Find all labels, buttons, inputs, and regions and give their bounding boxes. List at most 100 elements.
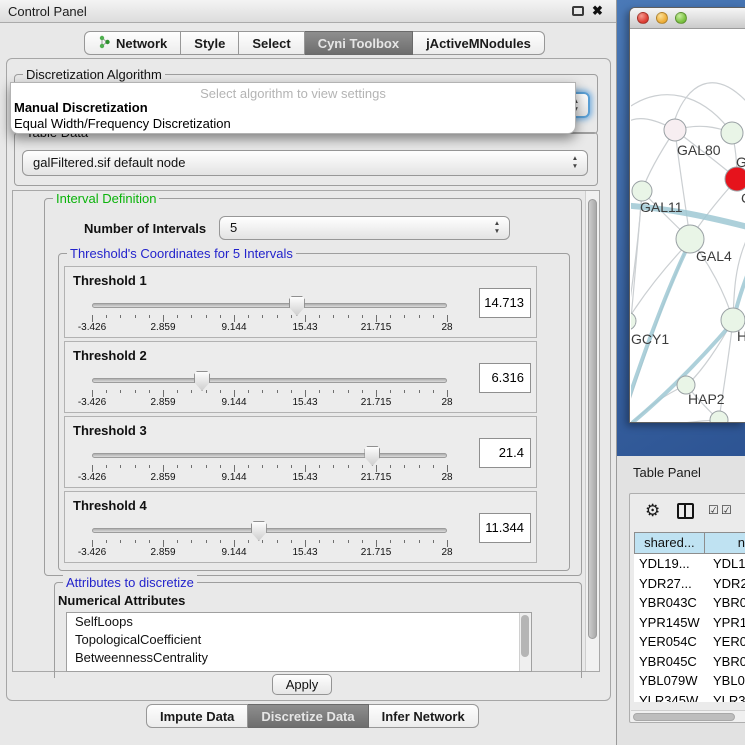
mac-zoom-icon[interactable] bbox=[675, 12, 687, 24]
attributes-list-scrollbar[interactable] bbox=[519, 613, 531, 671]
node-label: C bbox=[741, 190, 745, 206]
close-icon[interactable]: ✖ bbox=[592, 3, 603, 19]
threshold-slider-handle[interactable] bbox=[364, 446, 380, 466]
table-panel-title: Table Panel bbox=[633, 465, 701, 480]
discretization-algorithm-group-label: Discretization Algorithm bbox=[23, 67, 165, 82]
slider-ticks bbox=[92, 390, 448, 397]
table-header-row: shared... n bbox=[634, 532, 745, 554]
gear-icon[interactable]: ⚙ bbox=[645, 501, 660, 521]
threshold-list: Threshold 1 -3.4262.8599.14415.4321.7152… bbox=[64, 266, 537, 566]
tab-infer-network[interactable]: Infer Network bbox=[369, 704, 479, 728]
tab-label: Discretize Data bbox=[261, 709, 354, 724]
table-row[interactable]: YPR145WYPR1 bbox=[634, 613, 745, 633]
network-graph: GAL80GACGAL11GAL4GCY1HHAP2 bbox=[631, 29, 745, 423]
checkbox-checked-icon[interactable]: ☑ bbox=[721, 503, 732, 517]
table-row[interactable]: YBR043CYBR0 bbox=[634, 593, 745, 613]
column-header-shared-name[interactable]: shared... bbox=[634, 532, 705, 554]
node-label: HAP2 bbox=[688, 391, 725, 407]
threshold-value-field[interactable]: 6.316 bbox=[479, 363, 531, 393]
threshold-label: Threshold 3 bbox=[73, 423, 147, 438]
network-icon bbox=[98, 35, 111, 52]
threshold-value-field[interactable]: 14.713 bbox=[479, 288, 531, 318]
table-data-selected-value: galFiltered.sif default node bbox=[33, 155, 185, 170]
tab-impute-data[interactable]: Impute Data bbox=[146, 704, 248, 728]
threshold-value-field[interactable]: 11.344 bbox=[479, 513, 531, 543]
tab-network[interactable]: Network bbox=[84, 31, 181, 55]
threshold-panel: Threshold 2 -3.4262.8599.14415.4321.7152… bbox=[64, 341, 537, 413]
column-header-name[interactable]: n bbox=[705, 532, 745, 554]
threshold-slider-track[interactable] bbox=[92, 528, 447, 533]
threshold-value-field[interactable]: 21.4 bbox=[479, 438, 531, 468]
network-node[interactable] bbox=[710, 411, 728, 423]
attributes-group-label: Attributes to discretize bbox=[63, 575, 197, 590]
table-horizontal-scrollbar[interactable] bbox=[631, 710, 745, 722]
node-label: GAL11 bbox=[640, 199, 683, 215]
algorithm-option-equal-width[interactable]: Equal Width/Frequency Discretization bbox=[11, 116, 575, 132]
threshold-slider-handle[interactable] bbox=[194, 371, 210, 391]
tab-jactivemnodules[interactable]: jActiveMNodules bbox=[413, 31, 545, 55]
threshold-slider-handle[interactable] bbox=[289, 296, 305, 316]
thresholds-group-label: Threshold's Coordinates for 5 Intervals bbox=[67, 246, 296, 261]
mac-minimize-icon[interactable] bbox=[656, 12, 668, 24]
table-panel: Table Panel ⚙ ☑ ☑ shared... n YDL19...YD… bbox=[617, 456, 745, 745]
node-label: H bbox=[737, 328, 745, 344]
network-node[interactable] bbox=[721, 122, 743, 144]
attribute-list-item[interactable]: BetweennessCentrality bbox=[67, 649, 531, 667]
table-data-combobox[interactable]: galFiltered.sif default node ▲▼ bbox=[22, 150, 588, 176]
num-intervals-combobox[interactable]: 5 ▲▼ bbox=[219, 216, 510, 240]
tab-select[interactable]: Select bbox=[239, 31, 304, 55]
control-panel-titlebar: Control Panel ✖ bbox=[0, 0, 616, 23]
apply-button[interactable]: Apply bbox=[272, 674, 332, 695]
node-label: GAL4 bbox=[696, 248, 732, 264]
network-node[interactable] bbox=[664, 119, 686, 141]
scrollbar-thumb[interactable] bbox=[588, 199, 597, 639]
settings-vertical-scrollbar[interactable] bbox=[585, 191, 599, 671]
algorithm-option-manual[interactable]: Manual Discretization bbox=[11, 100, 575, 116]
slider-ticks bbox=[92, 540, 448, 547]
scrollbar-thumb[interactable] bbox=[521, 615, 529, 657]
table-row[interactable]: YDL19...YDL1 bbox=[634, 554, 745, 574]
tab-cyni-toolbox[interactable]: Cyni Toolbox bbox=[305, 31, 413, 55]
table-row[interactable]: YBR045CYBR0 bbox=[634, 652, 745, 672]
network-node[interactable] bbox=[631, 312, 636, 330]
network-node[interactable] bbox=[725, 167, 745, 191]
network-view-window: GAL80GACGAL11GAL4GCY1HHAP2 bbox=[629, 7, 745, 423]
table-row[interactable]: YDR27...YDR2 bbox=[634, 574, 745, 594]
mac-close-icon[interactable] bbox=[637, 12, 649, 24]
threshold-label: Threshold 2 bbox=[73, 348, 147, 363]
threshold-slider-track[interactable] bbox=[92, 378, 447, 383]
attribute-list-item[interactable]: SelfLoops bbox=[67, 613, 531, 631]
numerical-attributes-list[interactable]: SelfLoopsTopologicalCoefficientBetweenne… bbox=[66, 612, 532, 672]
network-node[interactable] bbox=[632, 181, 652, 201]
threshold-panel: Threshold 1 -3.4262.8599.14415.4321.7152… bbox=[64, 266, 537, 338]
tab-discretize-data[interactable]: Discretize Data bbox=[248, 704, 368, 728]
tab-style[interactable]: Style bbox=[181, 31, 239, 55]
network-canvas[interactable]: GAL80GACGAL11GAL4GCY1HHAP2 bbox=[631, 29, 745, 423]
top-tab-bar: Network Style Select Cyni ToolboxjActiveMNo… bbox=[84, 31, 545, 55]
slider-tick-labels: -3.4262.8599.14415.4321.71528 bbox=[92, 322, 448, 334]
table-row[interactable]: YER054CYER0 bbox=[634, 632, 745, 652]
threshold-slider-track[interactable] bbox=[92, 453, 447, 458]
slider-tick-labels: -3.4262.8599.14415.4321.71528 bbox=[92, 547, 448, 559]
float-window-icon[interactable] bbox=[572, 6, 584, 16]
checkbox-checked-icon[interactable]: ☑ bbox=[708, 503, 719, 517]
node-label: GCY1 bbox=[631, 331, 669, 347]
node-attribute-table: shared... n YDL19...YDL1YDR27...YDR2YBR0… bbox=[634, 532, 745, 702]
attribute-list-item[interactable]: TopologicalCoefficient bbox=[67, 631, 531, 649]
slider-ticks bbox=[92, 315, 448, 322]
interval-definition-group-label: Interval Definition bbox=[53, 191, 159, 206]
threshold-slider-handle[interactable] bbox=[251, 521, 267, 541]
scrollbar-thumb[interactable] bbox=[633, 713, 735, 721]
algorithm-dropdown-popup: Select algorithm to view settings Manual… bbox=[10, 82, 576, 134]
columns-icon[interactable] bbox=[677, 503, 694, 519]
tab-label: Style bbox=[194, 36, 225, 51]
threshold-label: Threshold 4 bbox=[73, 498, 147, 513]
table-row[interactable]: YBL079WYBL0 bbox=[634, 671, 745, 691]
screen: Control Panel ✖ Network Style Select Cyni T… bbox=[0, 0, 745, 745]
table-row[interactable]: YLR345WYLR3 bbox=[634, 691, 745, 703]
table-panel-body: ⚙ ☑ ☑ shared... n YDL19...YDL1YDR27...YD… bbox=[629, 493, 745, 723]
threshold-slider-track[interactable] bbox=[92, 303, 447, 308]
slider-tick-labels: -3.4262.8599.14415.4321.71528 bbox=[92, 472, 448, 484]
network-window-titlebar bbox=[630, 8, 745, 29]
tab-label: Select bbox=[252, 36, 290, 51]
